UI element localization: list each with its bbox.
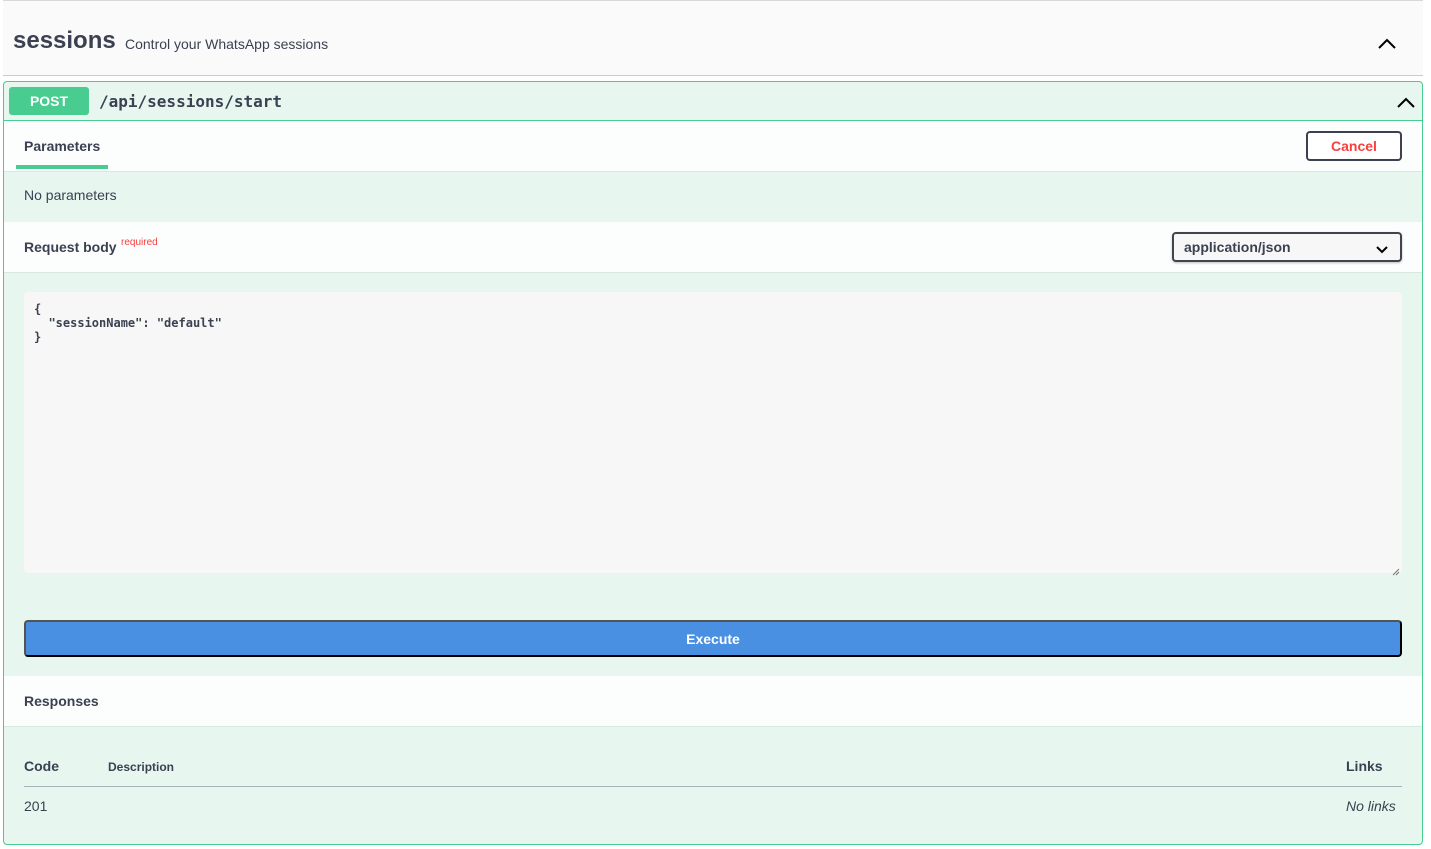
required-marker: required: [121, 237, 158, 248]
request-body-header: Request body required application/json: [4, 222, 1422, 273]
responses-label: Responses: [24, 693, 99, 709]
chevron-up-icon[interactable]: [1375, 32, 1399, 54]
response-code: 201: [24, 798, 48, 814]
tab-parameters[interactable]: Parameters: [24, 138, 100, 154]
content-type-value: application/json: [1184, 239, 1291, 255]
tab-active-indicator: [16, 165, 108, 169]
parameters-header: Parameters Cancel: [4, 121, 1422, 172]
no-parameters-text: No parameters: [24, 187, 117, 203]
operation-path: /api/sessions/start: [99, 92, 283, 111]
column-header-code: Code: [24, 758, 59, 774]
operation-summary[interactable]: POST /api/sessions/start: [4, 82, 1422, 121]
resize-handle-icon[interactable]: [1392, 563, 1400, 576]
chevron-down-icon: [1376, 241, 1388, 257]
column-header-description: Description: [108, 760, 175, 774]
chevron-up-icon[interactable]: [1394, 91, 1418, 113]
table-divider: [24, 786, 1402, 787]
response-links: No links: [1346, 798, 1396, 814]
execute-button[interactable]: Execute: [24, 620, 1402, 657]
responses-header: Responses: [4, 676, 1422, 727]
column-header-links: Links: [1346, 758, 1383, 774]
method-badge: POST: [9, 87, 89, 115]
cancel-button[interactable]: Cancel: [1306, 131, 1402, 161]
request-body-editor[interactable]: { "sessionName": "default" }: [24, 292, 1402, 573]
tag-title[interactable]: sessions: [13, 27, 116, 55]
request-body-label: Request body: [24, 239, 117, 255]
tag-description: Control your WhatsApp sessions: [125, 36, 329, 52]
operation-block: POST /api/sessions/start Parameters Canc…: [3, 81, 1423, 845]
content-type-select[interactable]: application/json: [1172, 232, 1402, 262]
tag-header[interactable]: sessions Control your WhatsApp sessions: [3, 0, 1423, 76]
